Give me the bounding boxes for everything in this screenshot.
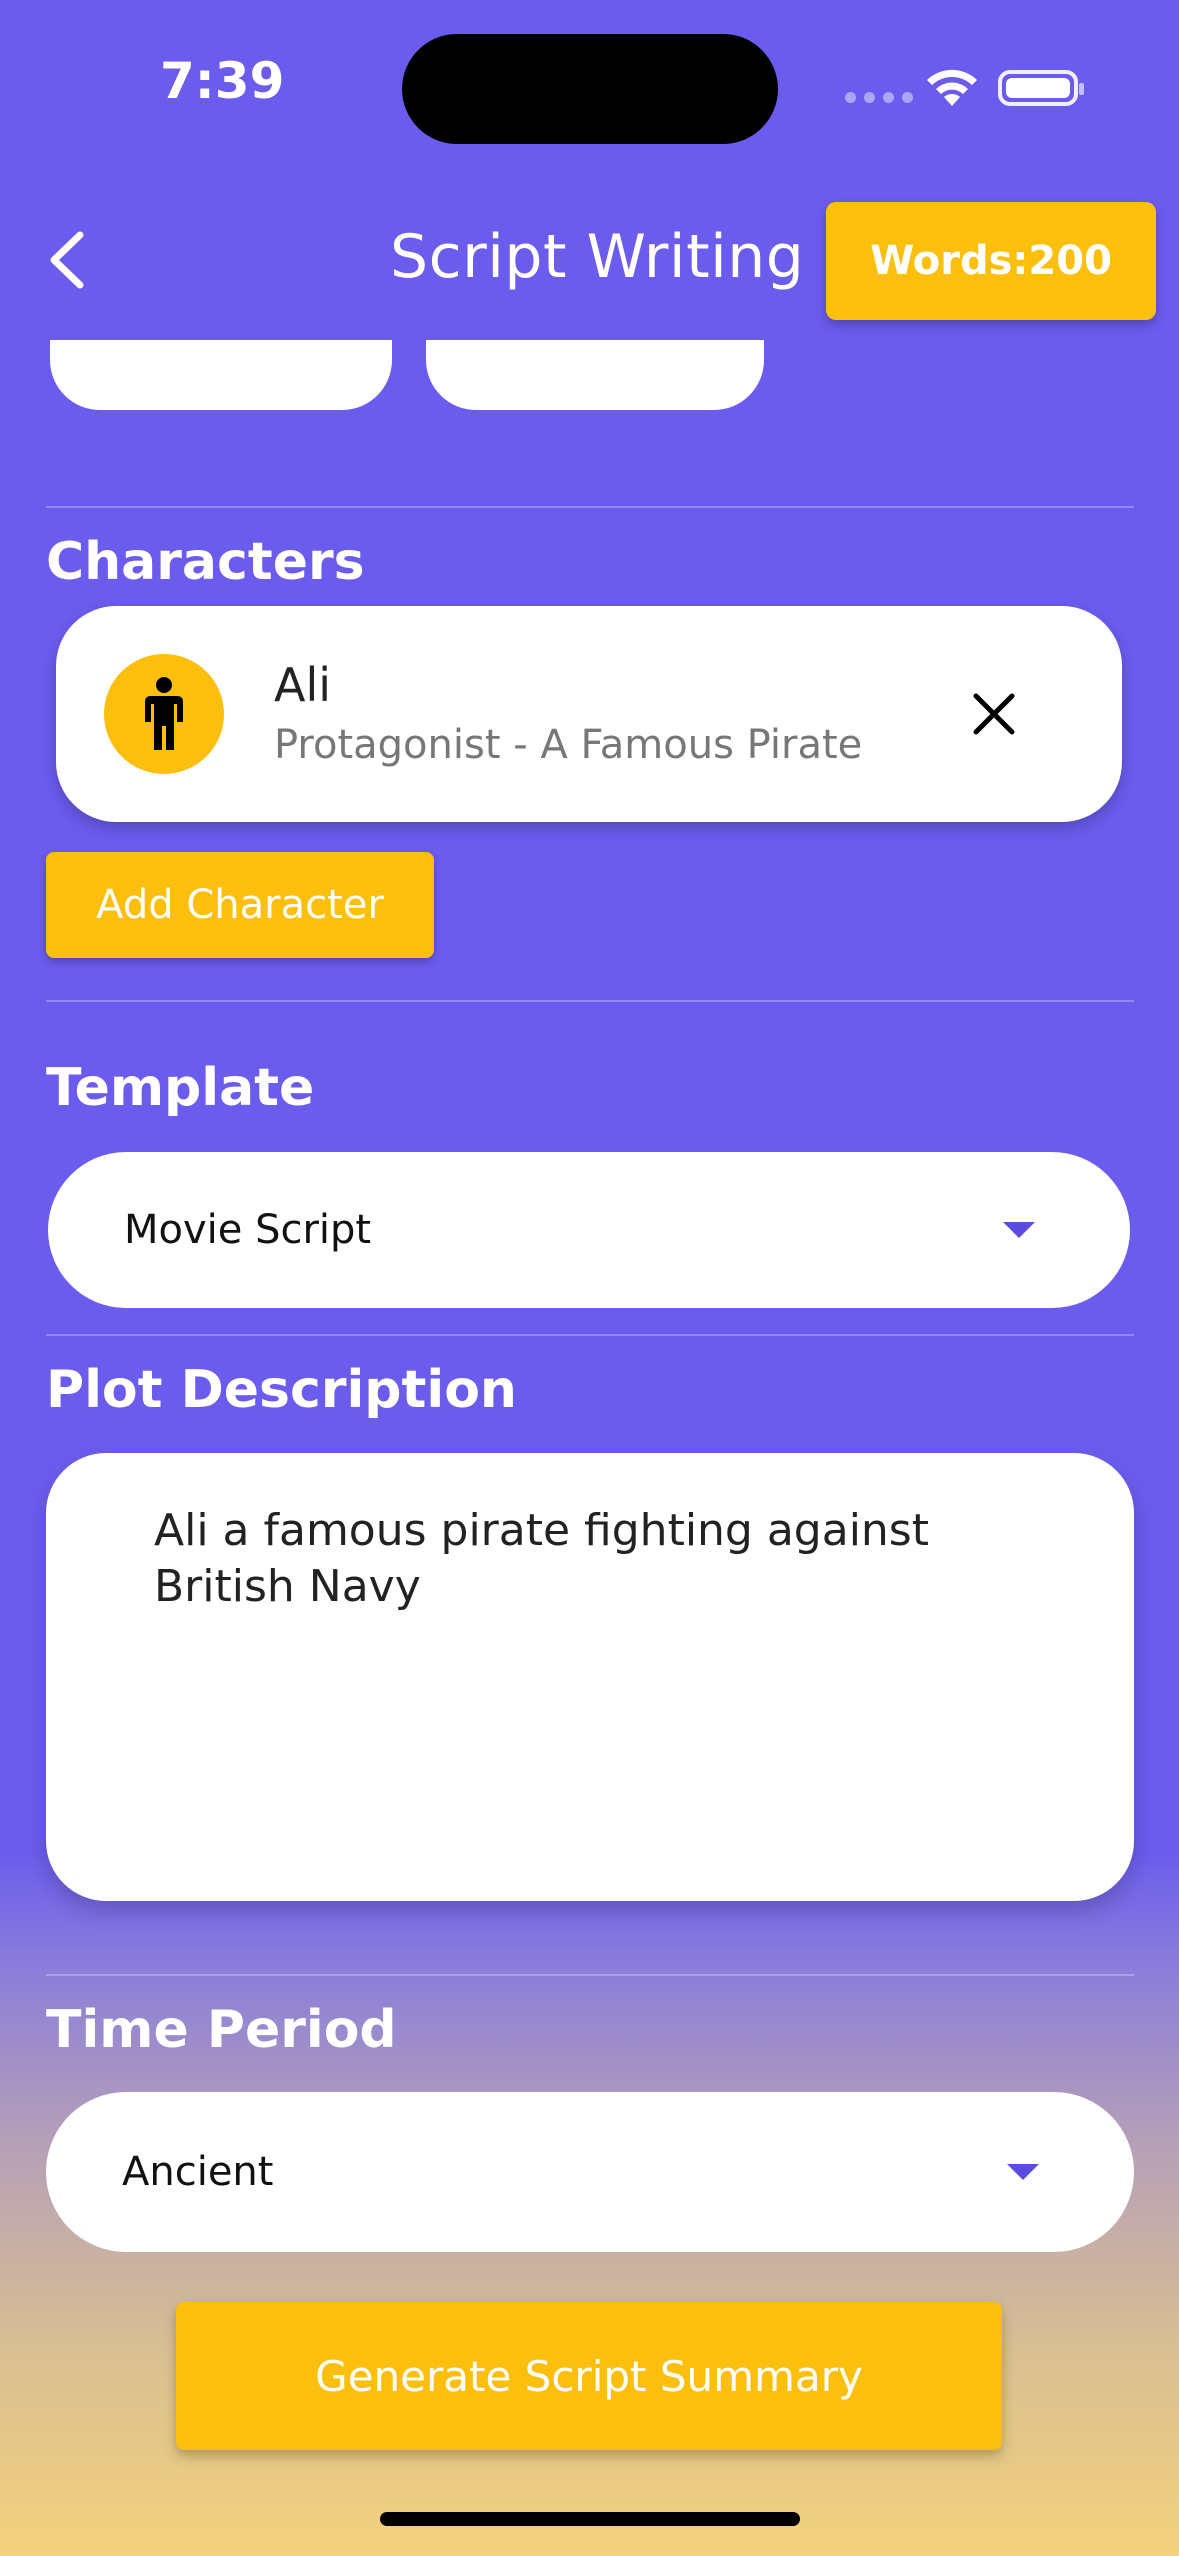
cellular-signal-icon (845, 92, 913, 103)
back-chevron-icon[interactable] (40, 225, 100, 295)
battery-icon (998, 70, 1084, 106)
generate-script-summary-button[interactable]: Generate Script Summary (176, 2302, 1002, 2450)
add-character-button[interactable]: Add Character (46, 852, 434, 958)
character-role: Protagonist - A Famous Pirate (274, 722, 863, 768)
divider (46, 506, 1134, 508)
time-period-heading: Time Period (46, 2000, 397, 2060)
template-value: Movie Script (124, 1207, 372, 1253)
status-time: 7:39 (160, 52, 285, 110)
time-period-dropdown[interactable]: Ancient (46, 2092, 1134, 2252)
page-title: Script Writing (390, 222, 805, 292)
option-pill[interactable] (50, 340, 392, 410)
divider (46, 1334, 1134, 1336)
plot-description-heading: Plot Description (46, 1360, 517, 1420)
character-card[interactable]: Ali Protagonist - A Famous Pirate (56, 606, 1122, 822)
characters-heading: Characters (46, 532, 365, 592)
dynamic-island (402, 34, 778, 144)
divider (46, 1974, 1134, 1976)
option-pill[interactable] (426, 340, 764, 410)
divider (46, 1000, 1134, 1002)
wifi-icon (927, 69, 977, 106)
time-period-value: Ancient (122, 2149, 274, 2195)
dropdown-caret-icon (1003, 1222, 1035, 1238)
person-icon (145, 677, 183, 750)
word-count-button[interactable]: Words:200 (826, 202, 1156, 320)
dropdown-caret-icon (1007, 2164, 1039, 2180)
plot-description-text: Ali a famous pirate fighting against Bri… (154, 1505, 929, 1612)
plot-description-input[interactable]: Ali a famous pirate fighting against Bri… (46, 1453, 1134, 1901)
character-name: Ali (274, 658, 332, 712)
close-icon[interactable] (966, 686, 1022, 742)
template-dropdown[interactable]: Movie Script (48, 1152, 1130, 1308)
home-indicator (380, 2512, 800, 2526)
character-avatar (104, 654, 224, 774)
template-heading: Template (46, 1058, 315, 1118)
